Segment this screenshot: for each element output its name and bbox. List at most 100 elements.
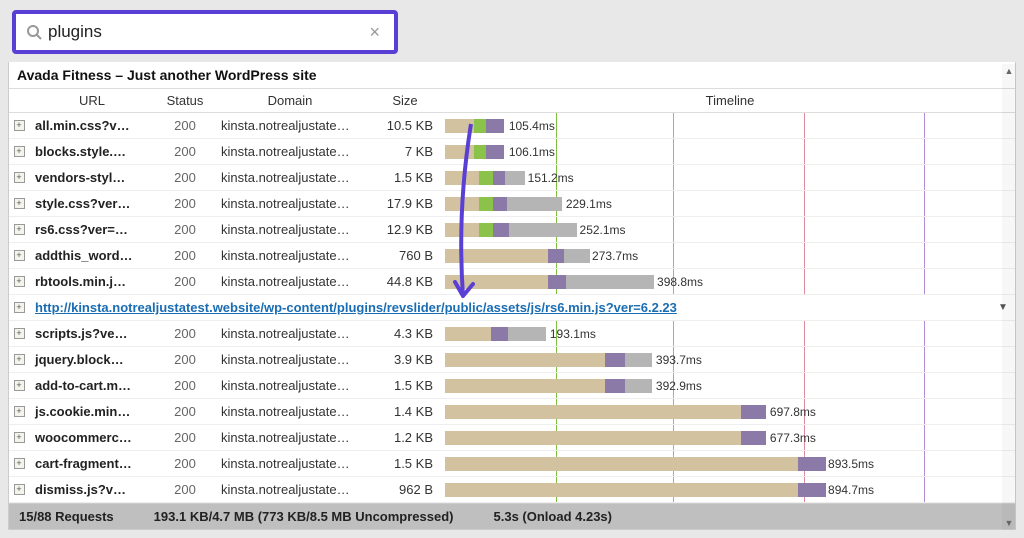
request-url: jquery.block… — [29, 349, 155, 370]
request-size: 7 KB — [365, 141, 445, 162]
timing-label: 105.4ms — [509, 119, 555, 133]
request-size: 760 B — [365, 245, 445, 266]
table-row[interactable]: +style.css?ver…200kinsta.notrealjustate…… — [9, 191, 1015, 217]
scrollbar[interactable]: ▲ ▼ — [1002, 64, 1016, 530]
table-row[interactable]: +js.cookie.min…200kinsta.notrealjustate…… — [9, 399, 1015, 425]
timing-label: 392.9ms — [656, 379, 702, 393]
search-input[interactable] — [48, 22, 365, 42]
request-timeline: 392.9ms — [445, 373, 1015, 398]
col-status[interactable]: Status — [155, 89, 215, 112]
request-status: 200 — [155, 375, 215, 396]
request-size: 1.2 KB — [365, 427, 445, 448]
timing-label: 398.8ms — [657, 275, 703, 289]
request-timeline: 106.1ms — [445, 139, 1015, 164]
expand-toggle[interactable]: + — [14, 328, 25, 339]
timing-label: 151.2ms — [528, 171, 574, 185]
summary-requests: 15/88 Requests — [19, 509, 114, 524]
clear-icon[interactable]: × — [365, 23, 384, 41]
col-size[interactable]: Size — [365, 89, 445, 112]
table-row[interactable]: + cart-fragment…200kinsta.notrealjustate…… — [9, 451, 1015, 477]
request-status: 200 — [155, 141, 215, 162]
timing-label: 229.1ms — [566, 197, 612, 211]
request-url: rs6.css?ver=… — [29, 219, 155, 240]
request-url: woocommerc… — [29, 427, 155, 448]
timing-label: 893.5ms — [828, 457, 874, 471]
request-timeline: 398.8ms — [445, 269, 1015, 294]
request-size: 3.9 KB — [365, 349, 445, 370]
request-timeline: 893.5ms — [445, 451, 1015, 476]
expand-toggle[interactable]: + — [14, 224, 25, 235]
request-size: 1.5 KB — [365, 453, 445, 474]
timing-label: 273.7ms — [592, 249, 638, 263]
request-timeline: 393.7ms — [445, 347, 1015, 372]
request-size: 1.4 KB — [365, 401, 445, 422]
col-expand — [9, 89, 29, 112]
timing-label: 106.1ms — [509, 145, 555, 159]
table-row[interactable]: +rs6.css?ver=…200kinsta.notrealjustate…1… — [9, 217, 1015, 243]
table-row[interactable]: +jquery.block…200kinsta.notrealjustate…3… — [9, 347, 1015, 373]
expand-toggle[interactable]: + — [14, 250, 25, 261]
expand-toggle[interactable]: + — [14, 484, 25, 495]
request-domain: kinsta.notrealjustate… — [215, 271, 365, 292]
request-domain: kinsta.notrealjustate… — [215, 427, 365, 448]
table-row[interactable]: + add-to-cart.m…200kinsta.notrealjustate…… — [9, 373, 1015, 399]
request-domain: kinsta.notrealjustate… — [215, 375, 365, 396]
request-url: addthis_word… — [29, 245, 155, 266]
request-domain: kinsta.notrealjustate… — [215, 219, 365, 240]
timing-label: 393.7ms — [656, 353, 702, 367]
table-row[interactable]: +all.min.css?v…200kinsta.notrealjustate…… — [9, 113, 1015, 139]
request-domain: kinsta.notrealjustate… — [215, 141, 365, 162]
table-row[interactable]: +blocks.style.…200kinsta.notrealjustate…… — [9, 139, 1015, 165]
expanded-request-url[interactable]: http://kinsta.notrealjustatest.website/w… — [29, 297, 991, 318]
request-timeline: 105.4ms — [445, 113, 1015, 138]
scroll-down-icon[interactable]: ▼ — [1002, 516, 1016, 530]
request-status: 200 — [155, 115, 215, 136]
timing-label: 697.8ms — [770, 405, 816, 419]
expand-toggle[interactable]: + — [14, 146, 25, 157]
request-status: 200 — [155, 193, 215, 214]
table-row[interactable]: +addthis_word…200kinsta.notrealjustate…7… — [9, 243, 1015, 269]
request-url: js.cookie.min… — [29, 401, 155, 422]
request-domain: kinsta.notrealjustate… — [215, 453, 365, 474]
request-status: 200 — [155, 245, 215, 266]
expand-toggle[interactable]: + — [14, 406, 25, 417]
request-status: 200 — [155, 323, 215, 344]
expand-toggle[interactable]: + — [14, 172, 25, 183]
col-url[interactable]: URL — [29, 89, 155, 112]
request-size: 44.8 KB — [365, 271, 445, 292]
col-domain[interactable]: Domain — [215, 89, 365, 112]
expand-toggle[interactable]: + — [14, 302, 25, 313]
search-box[interactable]: × — [12, 10, 398, 54]
expand-toggle[interactable]: + — [14, 198, 25, 209]
request-timeline: 229.1ms — [445, 191, 1015, 216]
summary-timing: 5.3s (Onload 4.23s) — [494, 509, 613, 524]
table-row[interactable]: +rbtools.min.j…200kinsta.notrealjustate…… — [9, 269, 1015, 295]
table-row[interactable]: +dismiss.js?v…200kinsta.notrealjustate…9… — [9, 477, 1015, 503]
request-status: 200 — [155, 219, 215, 240]
scroll-up-icon[interactable]: ▲ — [1002, 64, 1016, 78]
expand-toggle[interactable]: + — [14, 120, 25, 131]
expand-toggle[interactable]: + — [14, 380, 25, 391]
expand-toggle[interactable]: + — [14, 276, 25, 287]
expand-toggle[interactable]: + — [14, 458, 25, 469]
expanded-request-row[interactable]: + http://kinsta.notrealjustatest.website… — [9, 295, 1015, 321]
request-url: all.min.css?v… — [29, 115, 155, 136]
search-icon — [26, 24, 42, 40]
col-timeline[interactable]: Timeline — [445, 89, 1015, 112]
table-row[interactable]: +vendors-styl…200kinsta.notrealjustate…1… — [9, 165, 1015, 191]
request-url: add-to-cart.m… — [29, 375, 155, 396]
request-url: scripts.js?ve… — [29, 323, 155, 344]
request-domain: kinsta.notrealjustate… — [215, 349, 365, 370]
expand-toggle[interactable]: + — [14, 432, 25, 443]
table-row[interactable]: +scripts.js?ve…200kinsta.notrealjustate…… — [9, 321, 1015, 347]
summary-bar: 15/88 Requests 193.1 KB/4.7 MB (773 KB/8… — [8, 504, 1016, 530]
timing-label: 677.3ms — [770, 431, 816, 445]
timing-label: 193.1ms — [550, 327, 596, 341]
table-row[interactable]: +woocommerc…200kinsta.notrealjustate…1.2… — [9, 425, 1015, 451]
request-status: 200 — [155, 167, 215, 188]
request-timeline: 677.3ms — [445, 425, 1015, 450]
expand-toggle[interactable]: + — [14, 354, 25, 365]
request-domain: kinsta.notrealjustate… — [215, 401, 365, 422]
request-url: cart-fragment… — [29, 453, 155, 474]
request-status: 200 — [155, 453, 215, 474]
